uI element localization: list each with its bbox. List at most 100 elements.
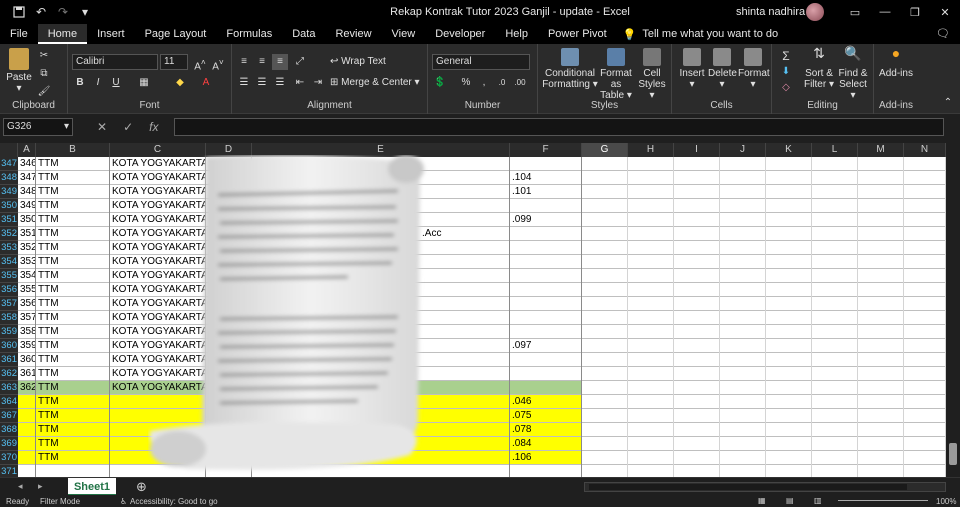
column-header-g[interactable]: G (582, 143, 628, 157)
cell-e[interactable] (420, 297, 510, 311)
comma-icon[interactable]: , (476, 75, 492, 91)
cell-f[interactable] (510, 241, 582, 255)
cell-b[interactable]: TTM (36, 423, 110, 437)
cell-f[interactable] (510, 227, 582, 241)
formula-input[interactable] (174, 118, 944, 136)
row-header[interactable]: 364 (0, 395, 18, 409)
cell-e[interactable] (420, 423, 510, 437)
cell-e[interactable] (420, 381, 510, 395)
row-header[interactable]: 369 (0, 437, 18, 451)
cell-a[interactable]: 355 (18, 283, 36, 297)
font-color-icon[interactable]: A (198, 75, 214, 91)
format-as-table-button[interactable]: Format as Table ▾ (596, 48, 636, 101)
font-name-select[interactable]: Calibri (72, 54, 158, 70)
cell-f[interactable]: .104 (510, 171, 582, 185)
align-center-icon[interactable]: ☰ (254, 75, 270, 91)
column-header-f[interactable]: F (510, 143, 582, 157)
cell-a[interactable]: 357 (18, 311, 36, 325)
cell-e[interactable] (420, 199, 510, 213)
format-painter-icon[interactable]: 🖌 (36, 84, 52, 100)
cell-a[interactable] (18, 423, 36, 437)
cell-b[interactable]: TTM (36, 339, 110, 353)
cell-e[interactable] (420, 311, 510, 325)
tab-developer[interactable]: Developer (425, 24, 495, 44)
row-header[interactable]: 371 (0, 465, 18, 477)
cell-b[interactable]: TTM (36, 311, 110, 325)
increase-indent-icon[interactable]: ⇥ (310, 75, 326, 91)
worksheet-grid[interactable]: A B C D E F G H I J K L M N 347 346 TTM KOTA YOGYAKARTA 34… (0, 143, 946, 477)
cell-b[interactable]: TTM (36, 227, 110, 241)
conditional-formatting-button[interactable]: Conditional Formatting ▾ (542, 48, 598, 90)
bold-icon[interactable]: B (72, 75, 88, 91)
cell-b[interactable]: TTM (36, 199, 110, 213)
cell-f[interactable]: .099 (510, 213, 582, 227)
sheet-prev-icon[interactable]: ◂ (18, 481, 23, 492)
clear-icon[interactable]: ◇ (778, 80, 794, 96)
cell-f[interactable]: .084 (510, 437, 582, 451)
cell-b[interactable] (36, 465, 110, 477)
cell-b[interactable]: TTM (36, 185, 110, 199)
redo-icon[interactable]: ↷ (54, 3, 72, 21)
row-header[interactable]: 348 (0, 171, 18, 185)
cell-a[interactable]: 361 (18, 367, 36, 381)
cell-f[interactable] (510, 283, 582, 297)
orientation-icon[interactable]: ⤢ (292, 54, 308, 70)
row-header[interactable]: 359 (0, 325, 18, 339)
select-all-corner[interactable] (0, 143, 18, 157)
decrease-font-icon[interactable]: A˅ (210, 54, 226, 72)
minimize-icon[interactable]: — (870, 0, 900, 24)
tab-data[interactable]: Data (282, 24, 325, 44)
row-header[interactable]: 358 (0, 311, 18, 325)
merge-center-button[interactable]: ⊞ Merge & Center ▾ (330, 77, 426, 88)
cell-e[interactable] (420, 465, 510, 477)
column-header-h[interactable]: H (628, 143, 674, 157)
row-header[interactable]: 367 (0, 409, 18, 423)
underline-icon[interactable]: U (108, 75, 124, 91)
cell-b[interactable]: TTM (36, 157, 110, 171)
cell-a[interactable] (18, 465, 36, 477)
tab-page-layout[interactable]: Page Layout (135, 24, 217, 44)
paste-button[interactable]: Paste ▾ (4, 48, 34, 94)
decrease-decimal-icon[interactable]: .00 (512, 75, 528, 91)
cell-f[interactable] (510, 269, 582, 283)
normal-view-icon[interactable]: ▦ (758, 496, 766, 505)
row-header[interactable]: 355 (0, 269, 18, 283)
tab-insert[interactable]: Insert (87, 24, 135, 44)
row-header[interactable]: 363 (0, 381, 18, 395)
name-box[interactable]: G326 ▾ (3, 118, 73, 136)
restore-icon[interactable]: ❐ (900, 0, 930, 24)
sheet-tab-sheet1[interactable]: Sheet1 (68, 478, 116, 496)
customize-qat-icon[interactable]: ▾ (76, 3, 94, 21)
column-header-l[interactable]: L (812, 143, 858, 157)
tab-file[interactable]: File (0, 24, 38, 44)
cell-a[interactable]: 352 (18, 241, 36, 255)
fill-icon[interactable]: ⬇ (778, 64, 794, 80)
cell-b[interactable]: TTM (36, 381, 110, 395)
row-header[interactable]: 356 (0, 283, 18, 297)
tab-view[interactable]: View (382, 24, 426, 44)
page-layout-view-icon[interactable]: ▤ (786, 496, 794, 505)
cell-a[interactable]: 354 (18, 269, 36, 283)
cell-e[interactable] (420, 437, 510, 451)
row-header[interactable]: 349 (0, 185, 18, 199)
increase-decimal-icon[interactable]: .0 (494, 75, 510, 91)
addins-button[interactable]: ● Add-ins (878, 46, 914, 79)
cell-b[interactable]: TTM (36, 451, 110, 465)
row-header[interactable]: 357 (0, 297, 18, 311)
cell-a[interactable]: 351 (18, 227, 36, 241)
save-icon[interactable] (10, 3, 28, 21)
column-header-b[interactable]: B (36, 143, 110, 157)
cell-a[interactable]: 359 (18, 339, 36, 353)
cell-a[interactable] (18, 437, 36, 451)
cell-e[interactable] (420, 213, 510, 227)
cell-f[interactable] (510, 367, 582, 381)
cell-b[interactable]: TTM (36, 241, 110, 255)
cell-b[interactable]: TTM (36, 367, 110, 381)
cell-b[interactable]: TTM (36, 395, 110, 409)
page-break-view-icon[interactable]: ▥ (814, 496, 822, 505)
autosum-icon[interactable]: Σ (778, 48, 794, 64)
sort-filter-button[interactable]: ⇅ Sort & Filter ▾ (802, 46, 836, 90)
cell-e[interactable] (420, 325, 510, 339)
cell-b[interactable]: TTM (36, 255, 110, 269)
tab-formulas[interactable]: Formulas (216, 24, 282, 44)
